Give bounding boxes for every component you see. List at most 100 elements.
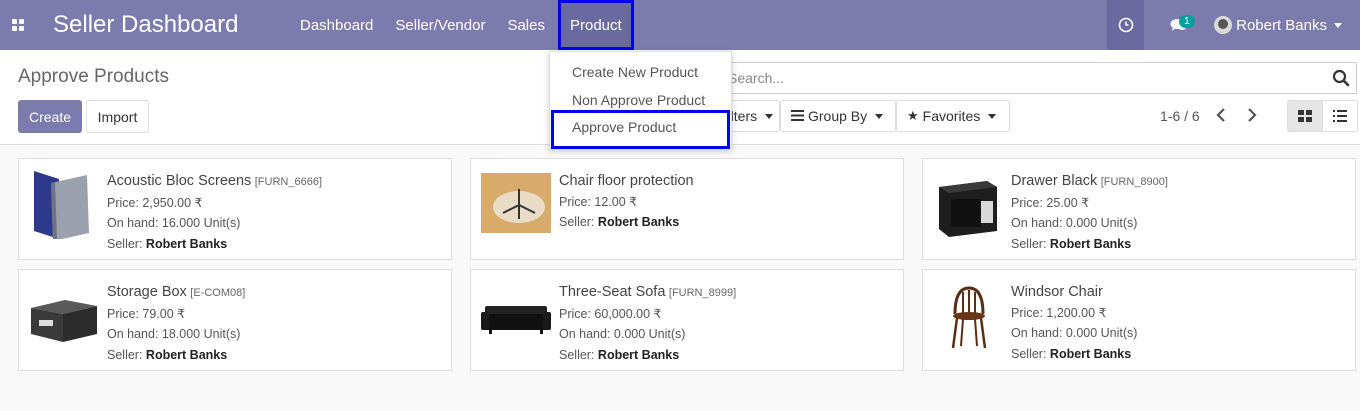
dropdown-item-create-new-product[interactable]: Create New Product <box>572 64 698 80</box>
product-image <box>481 306 551 334</box>
menu-product[interactable]: Product <box>557 0 634 50</box>
product-ref: [FURN_6666] <box>254 176 323 188</box>
product-onhand: On hand: 0.000 Unit(s) <box>1011 326 1138 340</box>
product-info: Drawer Black [FURN_8900] Price: 25.00 ₹ … <box>1011 171 1168 254</box>
pager-previous-button[interactable] <box>1216 108 1226 127</box>
user-name: Robert Banks <box>1236 16 1327 34</box>
seller-label: Seller: <box>559 347 595 362</box>
dropdown-item-approve-product[interactable]: Approve Product <box>572 119 676 135</box>
chevron-down-icon <box>1334 22 1342 28</box>
group-by-button[interactable]: Group By <box>780 100 896 132</box>
app-brand: Seller Dashboard <box>53 11 239 38</box>
chevron-down-icon <box>765 113 774 119</box>
product-card[interactable]: Windsor Chair Price: 1,200.00 ₹ On hand:… <box>922 269 1356 371</box>
seller-label: Seller: <box>107 236 143 251</box>
seller-name: Robert Banks <box>145 236 228 251</box>
product-seller: Seller: Robert Banks <box>1011 344 1137 365</box>
navbar-systray: 1 Robert Banks <box>1107 0 1360 50</box>
chevron-left-icon <box>1216 108 1225 122</box>
product-seller: Seller: Robert Banks <box>559 345 736 366</box>
product-info: Chair floor protection Price: 12.00 ₹ Se… <box>559 171 694 233</box>
product-seller: Seller: Robert Banks <box>107 234 322 255</box>
product-seller: Seller: Robert Banks <box>107 345 245 366</box>
seller-label: Seller: <box>107 347 143 362</box>
main-menu: Dashboard Seller/Vendor Sales Product <box>289 0 634 50</box>
clock-icon <box>1118 17 1133 33</box>
import-button[interactable]: Import <box>86 100 149 133</box>
search-placeholder: Search... <box>728 70 785 86</box>
product-name: Windsor Chair <box>1011 284 1103 300</box>
search-icon[interactable] <box>1332 69 1350 87</box>
product-card[interactable]: Three-Seat Sofa [FURN_8999] Price: 60,00… <box>470 269 904 371</box>
product-price: Price: 2,950.00 ₹ <box>107 195 203 210</box>
product-onhand: On hand: 16.000 Unit(s) <box>107 216 241 230</box>
product-name: Chair floor protection <box>559 173 694 189</box>
pager-value[interactable]: 1-6 / 6 <box>1160 108 1200 124</box>
product-info: Storage Box [E-COM08] Price: 79.00 ₹ On … <box>107 282 245 365</box>
menu-dashboard[interactable]: Dashboard <box>289 0 384 50</box>
apps-menu-button[interactable] <box>0 0 36 50</box>
page-title: Approve Products <box>18 66 170 87</box>
kanban-view-button[interactable] <box>1287 100 1323 132</box>
seller-name: Robert Banks <box>1049 346 1132 361</box>
menu-sales[interactable]: Sales <box>496 0 556 50</box>
top-navbar: Seller Dashboard Dashboard Seller/Vendor… <box>0 0 1360 50</box>
star-icon: ★ <box>907 108 919 123</box>
messaging-button[interactable]: 1 <box>1144 0 1214 50</box>
product-seller: Seller: Robert Banks <box>559 212 694 233</box>
product-seller: Seller: Robert Banks <box>1011 234 1168 255</box>
apps-grid-icon <box>12 19 24 31</box>
product-price: Price: 79.00 ₹ <box>107 306 186 321</box>
product-price: Price: 12.00 ₹ <box>559 194 638 209</box>
product-price: Price: 1,200.00 ₹ <box>1011 305 1107 320</box>
chevron-right-icon <box>1248 108 1257 122</box>
product-image <box>481 173 551 233</box>
product-card[interactable]: Acoustic Bloc Screens [FURN_6666] Price:… <box>18 158 452 260</box>
product-info: Acoustic Bloc Screens [FURN_6666] Price:… <box>107 171 322 254</box>
user-menu[interactable]: Robert Banks <box>1214 16 1360 34</box>
favorites-button[interactable]: ★ Favorites <box>896 100 1010 132</box>
chevron-down-icon <box>988 113 997 119</box>
seller-name: Robert Banks <box>597 347 680 362</box>
product-price: Price: 60,000.00 ₹ <box>559 306 662 321</box>
product-dropdown-menu: Create New Product Non Approve Product A… <box>549 51 732 149</box>
product-info: Three-Seat Sofa [FURN_8999] Price: 60,00… <box>559 282 736 365</box>
menu-seller-vendor[interactable]: Seller/Vendor <box>384 0 496 50</box>
dropdown-item-non-approve-product[interactable]: Non Approve Product <box>572 92 705 108</box>
search-input[interactable]: Search... <box>700 62 1357 94</box>
list-icon <box>1333 110 1347 122</box>
message-count-badge: 1 <box>1179 15 1195 28</box>
th-large-icon <box>1298 110 1312 122</box>
product-onhand: On hand: 0.000 Unit(s) <box>559 327 686 341</box>
bars-icon <box>791 108 804 124</box>
create-button[interactable]: Create <box>18 100 82 133</box>
product-price: Price: 25.00 ₹ <box>1011 195 1090 210</box>
activity-button[interactable] <box>1107 0 1145 50</box>
seller-label: Seller: <box>1011 236 1047 251</box>
product-name: Three-Seat Sofa <box>559 284 666 300</box>
product-name: Storage Box <box>107 284 187 300</box>
product-card[interactable]: Storage Box [E-COM08] Price: 79.00 ₹ On … <box>18 269 452 371</box>
group-by-label: Group By <box>808 108 868 124</box>
product-card[interactable]: Chair floor protection Price: 12.00 ₹ Se… <box>470 158 904 260</box>
product-image <box>951 286 987 349</box>
product-image <box>939 181 997 237</box>
pager-next-button[interactable] <box>1247 108 1257 127</box>
seller-label: Seller: <box>1011 346 1047 361</box>
product-ref: [FURN_8999] <box>668 287 737 299</box>
avatar <box>1214 16 1233 34</box>
product-image <box>34 171 89 239</box>
seller-name: Robert Banks <box>597 215 680 229</box>
product-onhand: On hand: 0.000 Unit(s) <box>1011 216 1138 230</box>
product-ref: [FURN_8900] <box>1100 176 1168 188</box>
seller-name: Robert Banks <box>145 347 228 362</box>
product-name: Acoustic Bloc Screens <box>107 173 252 189</box>
chevron-down-icon <box>875 113 884 119</box>
favorites-label: Favorites <box>922 108 981 124</box>
seller-name: Robert Banks <box>1049 236 1132 251</box>
list-view-button[interactable] <box>1322 100 1358 132</box>
product-info: Windsor Chair Price: 1,200.00 ₹ On hand:… <box>1011 282 1137 364</box>
product-onhand: On hand: 18.000 Unit(s) <box>107 327 241 341</box>
product-card[interactable]: Drawer Black [FURN_8900] Price: 25.00 ₹ … <box>922 158 1356 260</box>
product-ref: [E-COM08] <box>190 287 246 299</box>
